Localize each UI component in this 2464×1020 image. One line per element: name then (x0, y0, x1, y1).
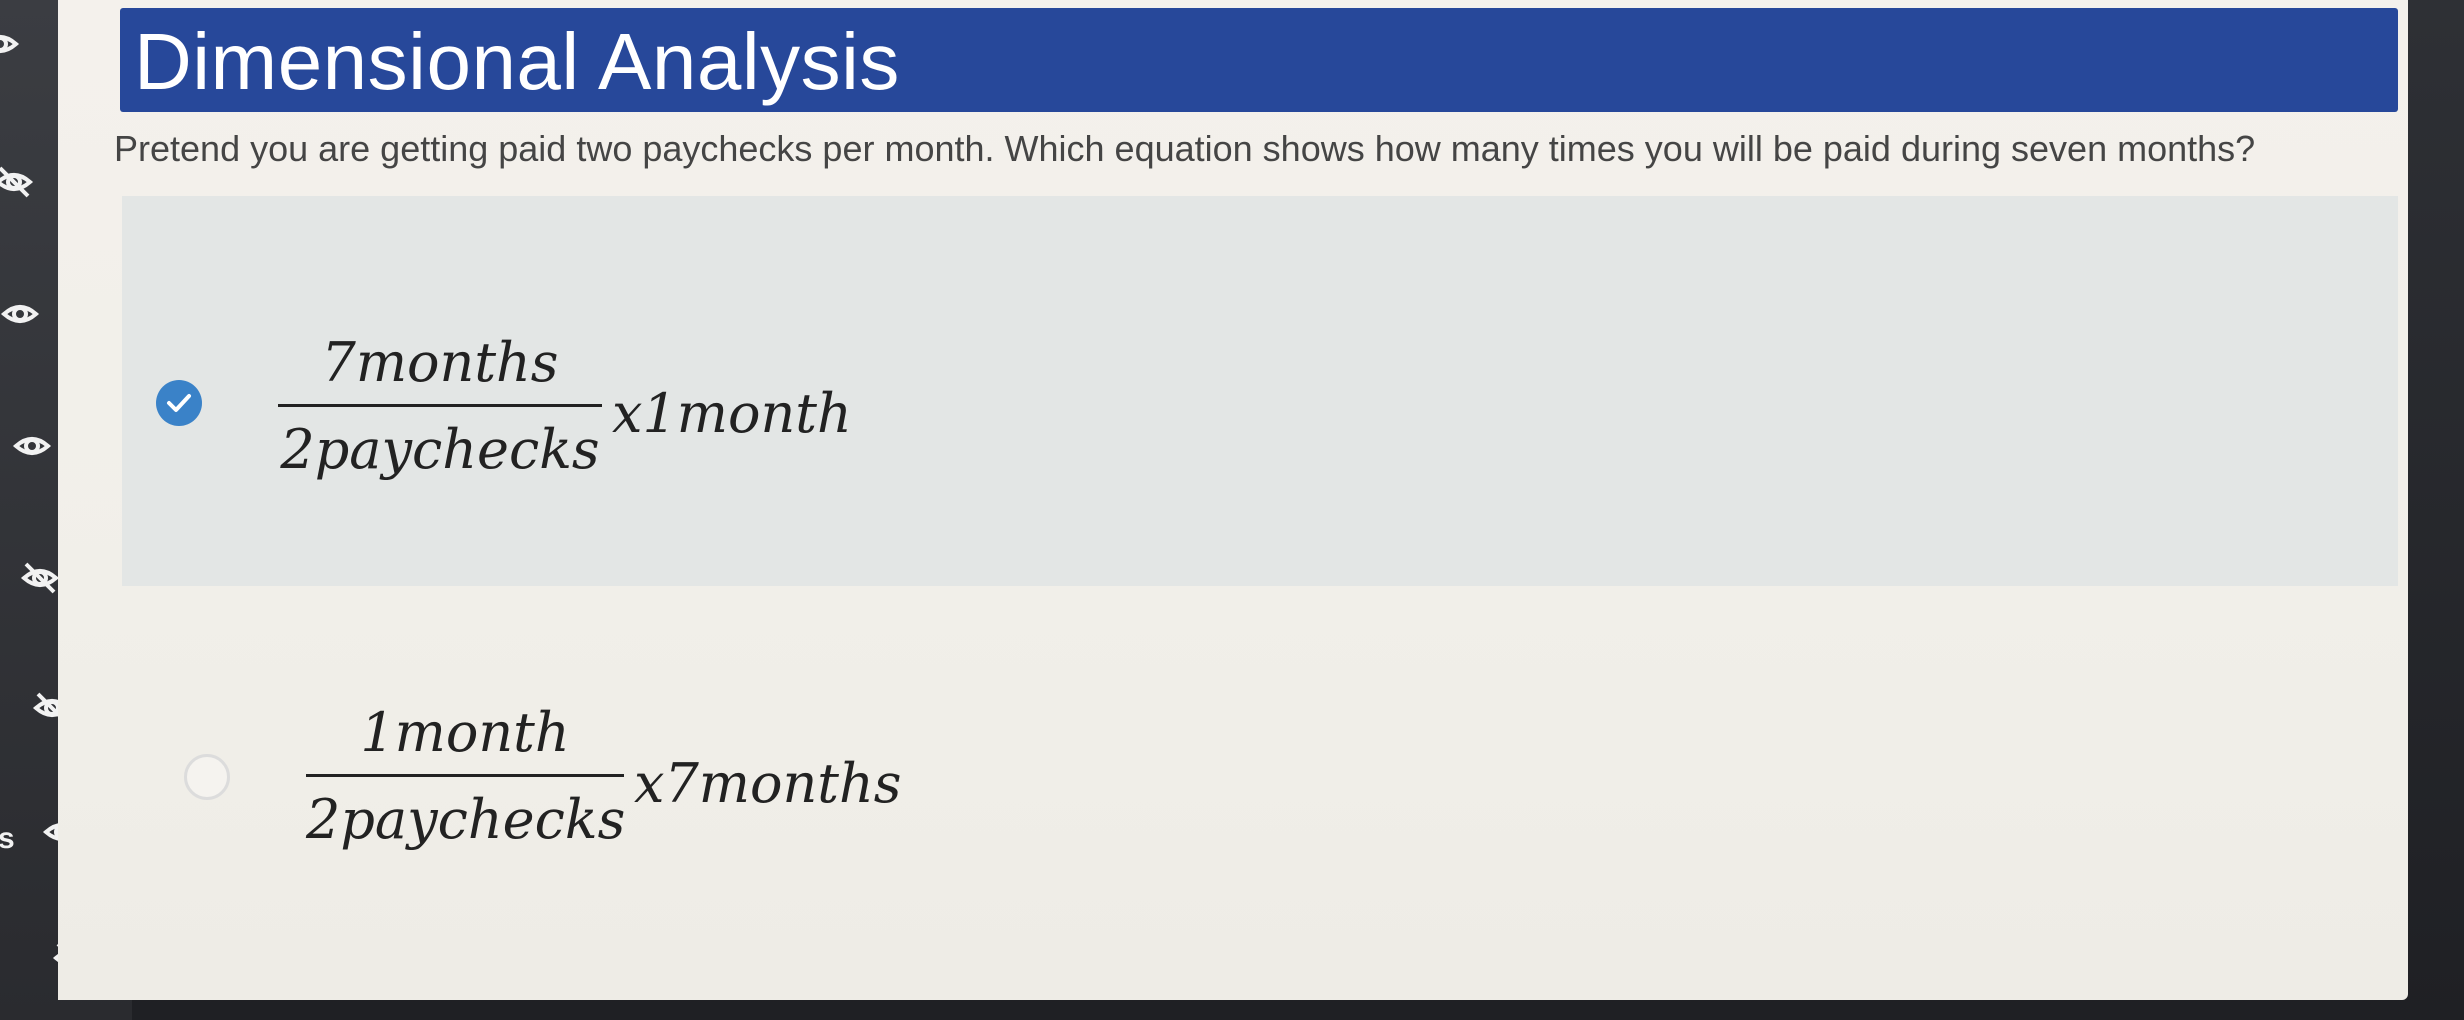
screen: s Dimensional Analysis Pretend you are g… (0, 0, 2464, 1020)
eye-half-icon[interactable] (0, 24, 20, 64)
answer-choice-2[interactable]: 1month 2paychecks x7months (58, 700, 2358, 900)
choice-1-denominator: 2paychecks (280, 418, 600, 481)
eye-icon[interactable] (0, 294, 40, 334)
fraction-bar (278, 404, 602, 407)
eye-icon[interactable] (12, 426, 52, 466)
question-text: Pretend you are getting paid two paychec… (114, 128, 2256, 169)
choice-2-denominator: 2paychecks (306, 788, 626, 851)
page-title: Dimensional Analysis (134, 17, 900, 106)
choice-1-multiplier: x1month (612, 382, 852, 445)
question-page: Dimensional Analysis Pretend you are get… (58, 0, 2408, 1000)
choice-2-multiplier: x7months (634, 752, 902, 815)
title-bar: Dimensional Analysis (120, 8, 2398, 112)
radio-checked-icon[interactable] (156, 380, 202, 426)
choice-2-fraction: 1month 2paychecks (306, 700, 626, 853)
choice-1-numerator: 7months (321, 331, 559, 394)
choice-2-numerator: 1month (360, 701, 570, 764)
eye-hidden-icon[interactable] (0, 162, 34, 202)
choice-1-fraction: 7months 2paychecks (278, 330, 602, 483)
eye-hidden-icon[interactable] (20, 558, 60, 598)
fraction-bar (306, 774, 624, 777)
answer-choice-1[interactable]: 7months 2paychecks x1month (58, 330, 2358, 530)
radio-unchecked-icon[interactable] (184, 754, 230, 800)
sidebar-letter: s (0, 822, 15, 855)
